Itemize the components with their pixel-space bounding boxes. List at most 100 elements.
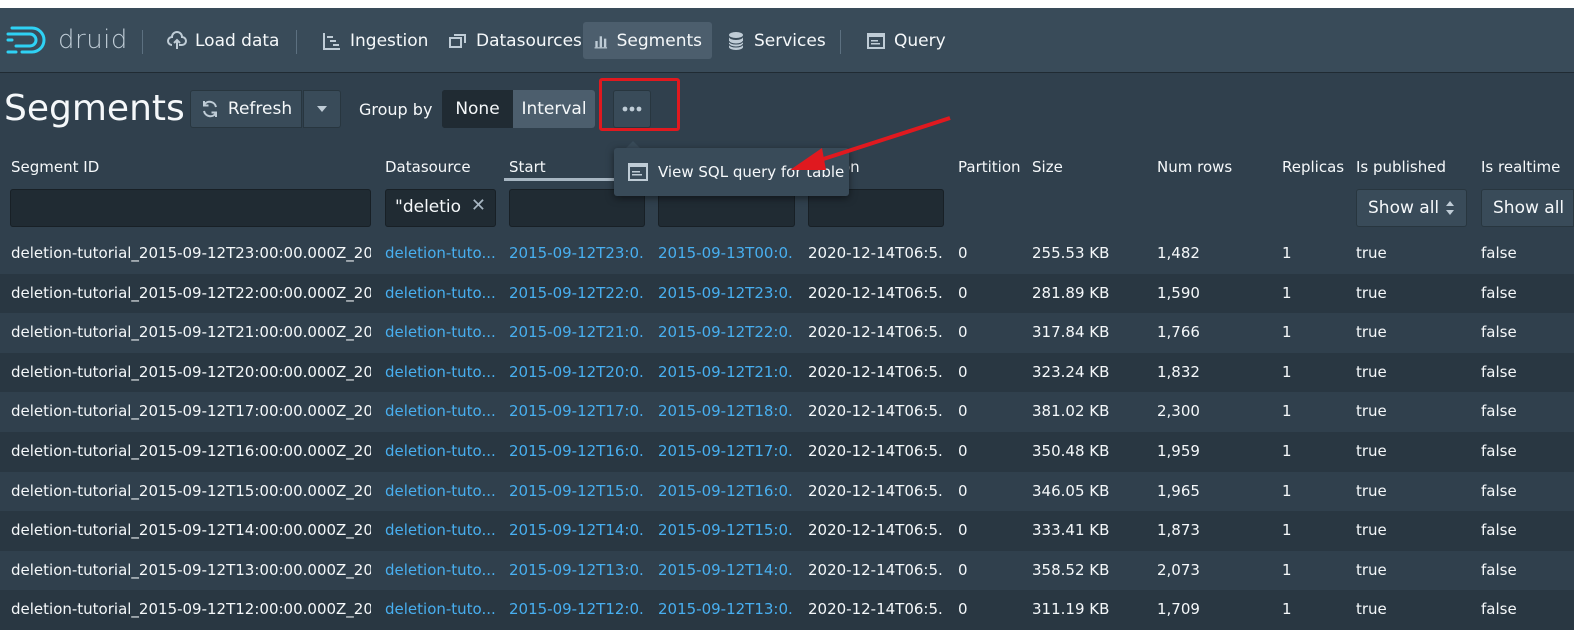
column-header-size[interactable]: Size — [1032, 158, 1063, 176]
cell-segment-id: deletion-tutorial_2015-09-12T22:00:00.00… — [11, 283, 371, 302]
cell-is-realtime: false — [1481, 600, 1517, 619]
cell-segment-id: deletion-tutorial_2015-09-12T23:00:00.00… — [11, 244, 371, 262]
is-realtime-filter-select[interactable]: Show all — [1481, 189, 1574, 227]
double-caret-icon — [1446, 201, 1454, 215]
top-strip — [0, 0, 1574, 8]
sort-indicator — [504, 178, 616, 181]
database-icon — [728, 31, 744, 50]
nav-services[interactable]: Services — [716, 22, 836, 59]
cell-is-realtime: false — [1481, 362, 1517, 381]
column-header-start[interactable]: Start — [509, 158, 546, 176]
cell-start[interactable]: 2015-09-12T20:0... — [509, 363, 644, 381]
datasource-filter-input[interactable]: "deletio ✕ — [385, 189, 496, 227]
cell-end[interactable]: 2015-09-12T15:0... — [658, 521, 794, 539]
nav-divider — [296, 30, 297, 54]
column-header-num-rows[interactable]: Num rows — [1157, 158, 1232, 176]
column-header-datasource[interactable]: Datasource — [385, 158, 471, 176]
cell-start[interactable]: 2015-09-12T16:0... — [509, 442, 644, 460]
column-header-is-realtime[interactable]: Is realtime — [1481, 158, 1560, 176]
cell-end[interactable]: 2015-09-12T14:0... — [658, 561, 794, 579]
cell-datasource[interactable]: deletion-tuto... — [385, 244, 497, 262]
cell-start[interactable]: 2015-09-12T23:0... — [509, 244, 644, 262]
cell-start[interactable]: 2015-09-12T21:0... — [509, 323, 644, 341]
cell-end[interactable]: 2015-09-12T21:0... — [658, 363, 794, 381]
cell-end[interactable]: 2015-09-12T18:0... — [658, 402, 794, 420]
cell-size: 323.24 KB — [1032, 362, 1110, 381]
cell-size: 346.05 KB — [1032, 481, 1110, 500]
cell-end[interactable]: 2015-09-12T23:0... — [658, 284, 794, 302]
cell-partition: 0 — [958, 283, 968, 302]
cloud-upload-icon — [167, 30, 187, 49]
column-header-is-published[interactable]: Is published — [1356, 158, 1446, 176]
cell-partition: 0 — [958, 521, 968, 540]
cell-start[interactable]: 2015-09-12T13:0... — [509, 561, 644, 579]
cell-replicas: 1 — [1282, 521, 1292, 540]
navbar: druid Load data Ingestion Datasources Se… — [0, 8, 1574, 73]
column-header-segment-id[interactable]: Segment ID — [11, 158, 99, 176]
cell-size: 333.41 KB — [1032, 521, 1110, 540]
cell-end[interactable]: 2015-09-12T22:0... — [658, 323, 794, 341]
group-by-none[interactable]: None — [442, 90, 513, 128]
cell-is-published: true — [1356, 244, 1387, 262]
cell-version: 2020-12-14T06:5... — [808, 362, 944, 381]
cell-datasource[interactable]: deletion-tuto... — [385, 521, 497, 539]
cell-is-published: true — [1356, 402, 1387, 421]
cell-datasource[interactable]: deletion-tuto... — [385, 482, 497, 500]
cell-version: 2020-12-14T06:5... — [808, 600, 944, 619]
cell-replicas: 1 — [1282, 362, 1292, 381]
column-header-replicas[interactable]: Replicas — [1282, 158, 1344, 176]
cell-replicas: 1 — [1282, 441, 1292, 460]
cell-datasource[interactable]: deletion-tuto... — [385, 284, 497, 302]
druid-logo[interactable]: druid — [6, 22, 128, 58]
cell-end[interactable]: 2015-09-12T16:0... — [658, 482, 794, 500]
cell-start[interactable]: 2015-09-12T17:0... — [509, 402, 644, 420]
cell-datasource[interactable]: deletion-tuto... — [385, 363, 497, 381]
is-published-filter-select[interactable]: Show all — [1356, 189, 1467, 227]
cell-start[interactable]: 2015-09-12T15:0... — [509, 482, 644, 500]
nav-load-data[interactable]: Load data — [157, 22, 289, 59]
cell-datasource[interactable]: deletion-tuto... — [385, 323, 497, 341]
table-row: deletion-tutorial_2015-09-12T22:00:00.00… — [0, 273, 1574, 314]
nav-segments[interactable]: Segments — [583, 22, 712, 59]
cell-segment-id: deletion-tutorial_2015-09-12T12:00:00.00… — [11, 600, 371, 619]
page-title: Segments — [4, 88, 185, 129]
segment-id-filter-input[interactable] — [10, 189, 371, 227]
column-header-partition[interactable]: Partition — [958, 158, 1021, 176]
cell-segment-id: deletion-tutorial_2015-09-12T14:00:00.00… — [11, 521, 371, 540]
cell-datasource[interactable]: deletion-tuto... — [385, 442, 497, 460]
cell-num-rows: 1,832 — [1157, 362, 1200, 381]
refresh-dropdown-button[interactable] — [303, 90, 341, 128]
cell-size: 317.84 KB — [1032, 323, 1110, 342]
group-by-interval[interactable]: Interval — [513, 90, 595, 128]
cell-end[interactable]: 2015-09-13T00:0... — [658, 244, 794, 262]
table-row: deletion-tutorial_2015-09-12T16:00:00.00… — [0, 431, 1574, 472]
nav-services-label: Services — [754, 30, 826, 51]
cell-start[interactable]: 2015-09-12T22:0... — [509, 284, 644, 302]
cell-segment-id: deletion-tutorial_2015-09-12T21:00:00.00… — [11, 323, 371, 342]
table-row: deletion-tutorial_2015-09-12T17:00:00.00… — [0, 392, 1574, 432]
stacked-chart-icon — [594, 35, 608, 48]
cell-start[interactable]: 2015-09-12T14:0... — [509, 521, 644, 539]
table-row: deletion-tutorial_2015-09-12T14:00:00.00… — [0, 511, 1574, 551]
cell-end[interactable]: 2015-09-12T13:0... — [658, 600, 794, 618]
cell-start[interactable]: 2015-09-12T12:0... — [509, 600, 644, 618]
cell-datasource[interactable]: deletion-tuto... — [385, 600, 497, 618]
more-options-menu: View SQL query for table — [614, 148, 849, 196]
nav-datasources[interactable]: Datasources — [438, 22, 592, 59]
nav-query[interactable]: Query — [856, 22, 956, 59]
cell-end[interactable]: 2015-09-12T17:0... — [658, 442, 794, 460]
clear-filter-icon[interactable]: ✕ — [471, 195, 486, 216]
nav-ingestion[interactable]: Ingestion — [312, 22, 438, 59]
cell-is-realtime: false — [1481, 323, 1517, 342]
cell-num-rows: 1,873 — [1157, 521, 1200, 540]
cell-segment-id: deletion-tutorial_2015-09-12T17:00:00.00… — [11, 402, 371, 421]
nav-datasources-label: Datasources — [476, 30, 582, 51]
cell-size: 358.52 KB — [1032, 560, 1110, 579]
is-realtime-select-value: Show all — [1493, 198, 1565, 218]
view-sql-query-menu-item[interactable]: View SQL query for table — [658, 163, 844, 181]
cell-partition: 0 — [958, 560, 968, 579]
druid-logo-icon — [6, 26, 46, 54]
cell-datasource[interactable]: deletion-tuto... — [385, 402, 497, 420]
refresh-button[interactable]: Refresh — [190, 90, 302, 128]
cell-datasource[interactable]: deletion-tuto... — [385, 561, 497, 579]
